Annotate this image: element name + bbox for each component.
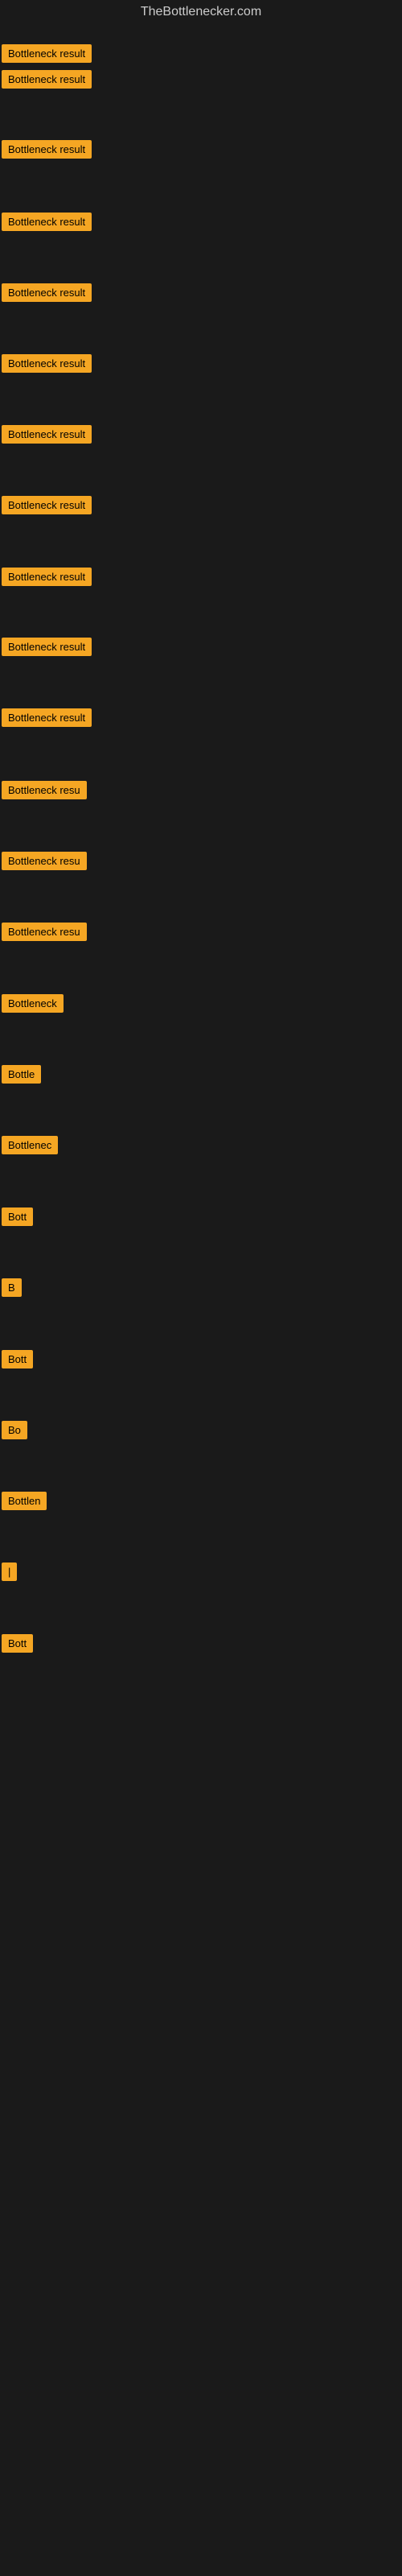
- bottleneck-badge-23[interactable]: |: [2, 1563, 17, 1581]
- result-row-15: Bottleneck: [2, 994, 64, 1017]
- result-row-3: Bottleneck result: [2, 140, 92, 163]
- result-row-17: Bottlenec: [2, 1136, 58, 1158]
- bottleneck-badge-12[interactable]: Bottleneck resu: [2, 781, 87, 799]
- bottleneck-badge-16[interactable]: Bottle: [2, 1065, 41, 1084]
- result-row-21: Bo: [2, 1421, 27, 1443]
- result-row-9: Bottleneck result: [2, 568, 92, 590]
- result-row-23: |: [2, 1563, 17, 1585]
- result-row-4: Bottleneck result: [2, 213, 92, 235]
- bottleneck-badge-10[interactable]: Bottleneck result: [2, 638, 92, 656]
- bottleneck-badge-22[interactable]: Bottlen: [2, 1492, 47, 1510]
- bottleneck-badge-20[interactable]: Bott: [2, 1350, 33, 1368]
- bottleneck-badge-9[interactable]: Bottleneck result: [2, 568, 92, 586]
- result-row-20: Bott: [2, 1350, 33, 1373]
- result-row-8: Bottleneck result: [2, 496, 92, 518]
- bottleneck-badge-4[interactable]: Bottleneck result: [2, 213, 92, 231]
- results-container: Bottleneck result Bottleneck result Bottle…: [0, 24, 402, 2576]
- result-row-5: Bottleneck result: [2, 283, 92, 306]
- result-row-1: Bottleneck result: [2, 44, 92, 67]
- bottleneck-badge-1[interactable]: Bottleneck result: [2, 44, 92, 63]
- site-header: TheBottlenecker.com: [0, 0, 402, 24]
- result-row-6: Bottleneck result: [2, 354, 92, 377]
- result-row-22: Bottlen: [2, 1492, 47, 1514]
- bottleneck-badge-5[interactable]: Bottleneck result: [2, 283, 92, 302]
- bottleneck-badge-13[interactable]: Bottleneck resu: [2, 852, 87, 870]
- result-row-14: Bottleneck resu: [2, 923, 87, 945]
- bottleneck-badge-6[interactable]: Bottleneck result: [2, 354, 92, 373]
- bottleneck-badge-21[interactable]: Bo: [2, 1421, 27, 1439]
- bottleneck-badge-7[interactable]: Bottleneck result: [2, 425, 92, 444]
- bottleneck-badge-3[interactable]: Bottleneck result: [2, 140, 92, 159]
- bottleneck-badge-2[interactable]: Bottleneck result: [2, 70, 92, 89]
- result-row-13: Bottleneck resu: [2, 852, 87, 874]
- result-row-16: Bottle: [2, 1065, 41, 1088]
- bottleneck-badge-11[interactable]: Bottleneck result: [2, 708, 92, 727]
- result-row-11: Bottleneck result: [2, 708, 92, 731]
- result-row-10: Bottleneck result: [2, 638, 92, 660]
- bottleneck-badge-8[interactable]: Bottleneck result: [2, 496, 92, 514]
- site-title: TheBottlenecker.com: [141, 5, 261, 19]
- result-row-19: B: [2, 1278, 22, 1301]
- bottleneck-badge-18[interactable]: Bott: [2, 1208, 33, 1226]
- result-row-18: Bott: [2, 1208, 33, 1230]
- bottleneck-badge-19[interactable]: B: [2, 1278, 22, 1297]
- result-row-12: Bottleneck resu: [2, 781, 87, 803]
- bottleneck-badge-24[interactable]: Bott: [2, 1634, 33, 1653]
- bottleneck-badge-17[interactable]: Bottlenec: [2, 1136, 58, 1154]
- bottleneck-badge-15[interactable]: Bottleneck: [2, 994, 64, 1013]
- result-row-24: Bott: [2, 1634, 33, 1657]
- result-row-2: Bottleneck result: [2, 70, 92, 93]
- bottleneck-badge-14[interactable]: Bottleneck resu: [2, 923, 87, 941]
- result-row-7: Bottleneck result: [2, 425, 92, 448]
